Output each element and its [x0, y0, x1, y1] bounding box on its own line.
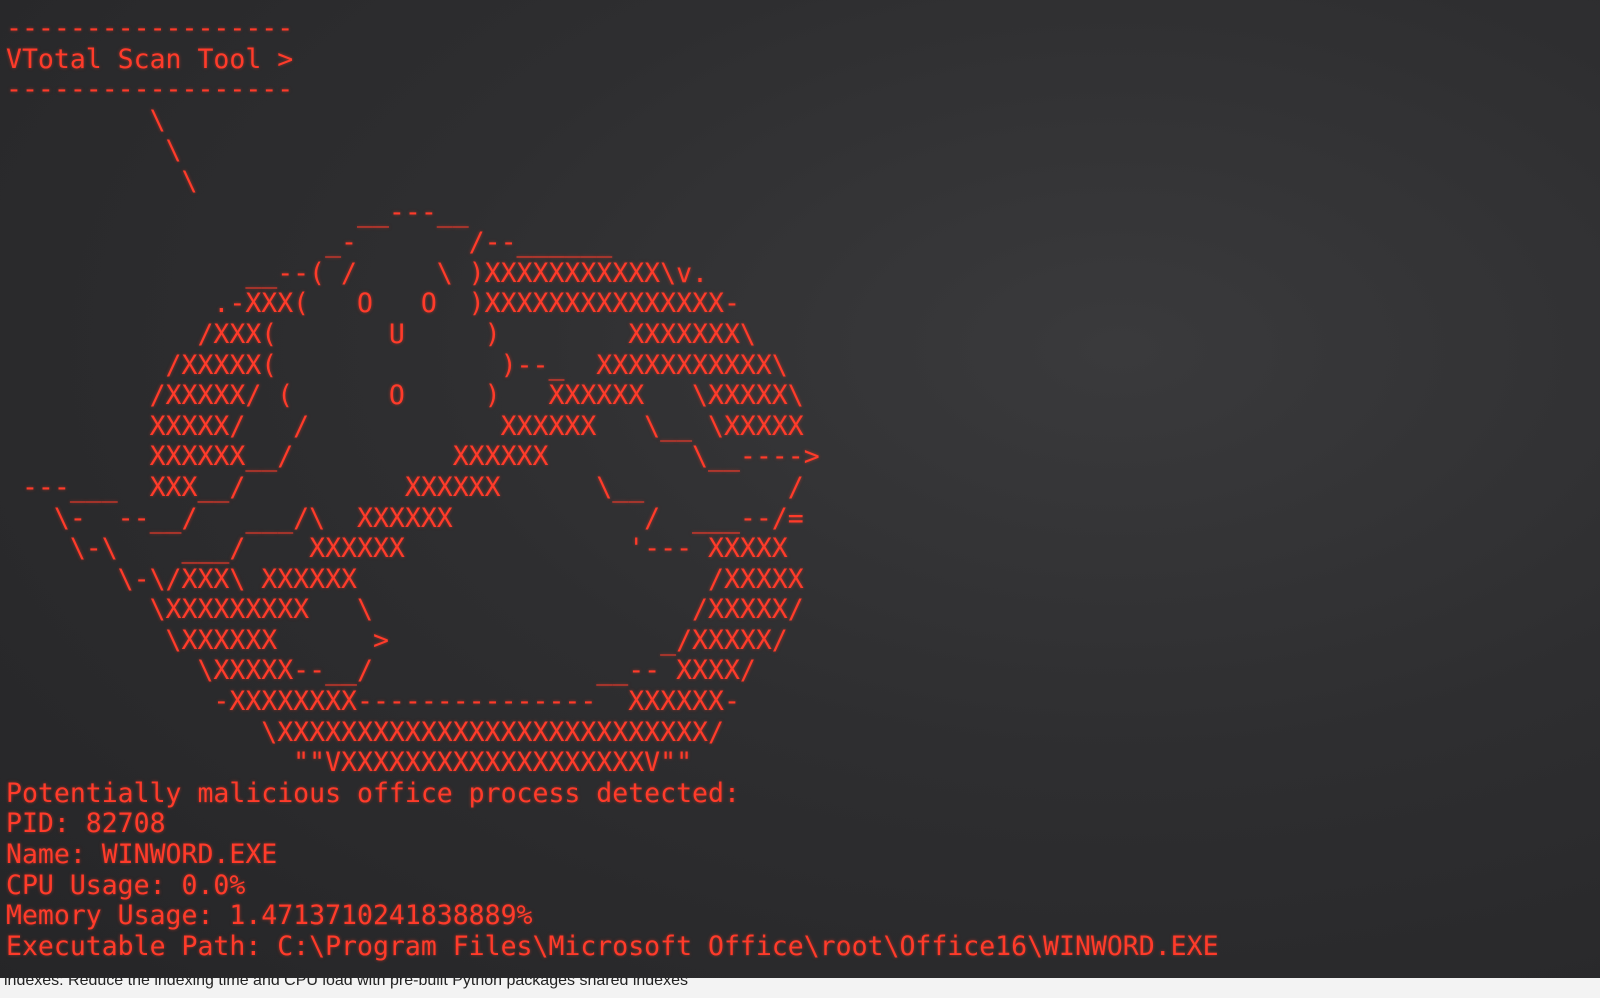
- header-rule-bottom: ------------------: [6, 74, 294, 106]
- ascii-art-line: \- --__/ ___/\ XXXXXX / ___--/=: [6, 502, 804, 534]
- ascii-art-line: \XXXXX--__/ __-- XXXX/: [6, 655, 756, 687]
- process-executable-path: Executable Path: C:\Program Files\Micros…: [6, 930, 1219, 962]
- header-rule-top: ------------------: [6, 14, 294, 44]
- ascii-art-line: __---__: [6, 196, 469, 228]
- monitor-screen: ------------------ VTotal Scan Tool > --…: [0, 0, 1600, 998]
- ascii-art-line: \: [6, 135, 182, 167]
- notification-text: indexes: Reduce the indexing time and CP…: [4, 978, 688, 989]
- process-pid: PID: 82708: [6, 808, 166, 840]
- process-cpu-usage: CPU Usage: 0.0%: [6, 869, 246, 901]
- ascii-art-line: XXXXX/ / XXXXXX \__ \XXXXX: [6, 410, 804, 442]
- ascii-art-line: \XXXXXX > _/XXXXX/: [6, 624, 788, 656]
- ascii-art-line: -XXXXXXXX--------------- XXXXXX-: [6, 686, 740, 718]
- ascii-art-line: XXXXXX__/ XXXXXX \__---->: [6, 441, 820, 473]
- ascii-art-line: \-\/XXX\ XXXXXX /XXXXX: [6, 563, 804, 595]
- ide-notification-bar[interactable]: indexes: Reduce the indexing time and CP…: [0, 978, 1600, 998]
- ascii-art-line: \-\ ___/ XXXXXX '--- XXXXX: [6, 533, 788, 565]
- ascii-art-line: /XXXXX/ ( O ) XXXXXX \XXXXX\: [6, 380, 804, 412]
- process-memory-usage: Memory Usage: 1.4713710241838889%: [6, 900, 533, 932]
- tool-title: VTotal Scan Tool >: [6, 43, 294, 75]
- process-name: Name: WINWORD.EXE: [6, 839, 278, 871]
- ascii-art-line: ---___ XXX__/ XXXXXX \__ /: [6, 471, 804, 503]
- alert-message: Potentially malicious office process det…: [6, 777, 740, 809]
- ascii-art-line: _- /--______: [6, 227, 613, 259]
- ascii-art-globe: \ \ \ __---__ _- /--______ __--( / \ )XX…: [6, 104, 1306, 779]
- ascii-art-line: ""VXXXXXXXXXXXXXXXXXXXV"": [6, 747, 693, 779]
- ascii-art-line: \XXXXXXXXX \ /XXXXX/: [6, 594, 804, 626]
- terminal-window[interactable]: ------------------ VTotal Scan Tool > --…: [6, 14, 1306, 972]
- ascii-art-line: .-XXX( O O )XXXXXXXXXXXXXXX-: [6, 288, 740, 320]
- ascii-art-line: __--( / \ )XXXXXXXXXXX\v.: [6, 257, 708, 289]
- ascii-art-line: \: [6, 165, 198, 197]
- ascii-art-line: /XXX( U ) XXXXXXX\: [6, 318, 756, 350]
- ascii-art-line: /XXXXX( )--_ XXXXXXXXXXX\: [6, 349, 788, 381]
- ascii-art-line: \XXXXXXXXXXXXXXXXXXXXXXXXXXX/: [6, 716, 724, 748]
- ascii-art-line: \: [6, 104, 166, 136]
